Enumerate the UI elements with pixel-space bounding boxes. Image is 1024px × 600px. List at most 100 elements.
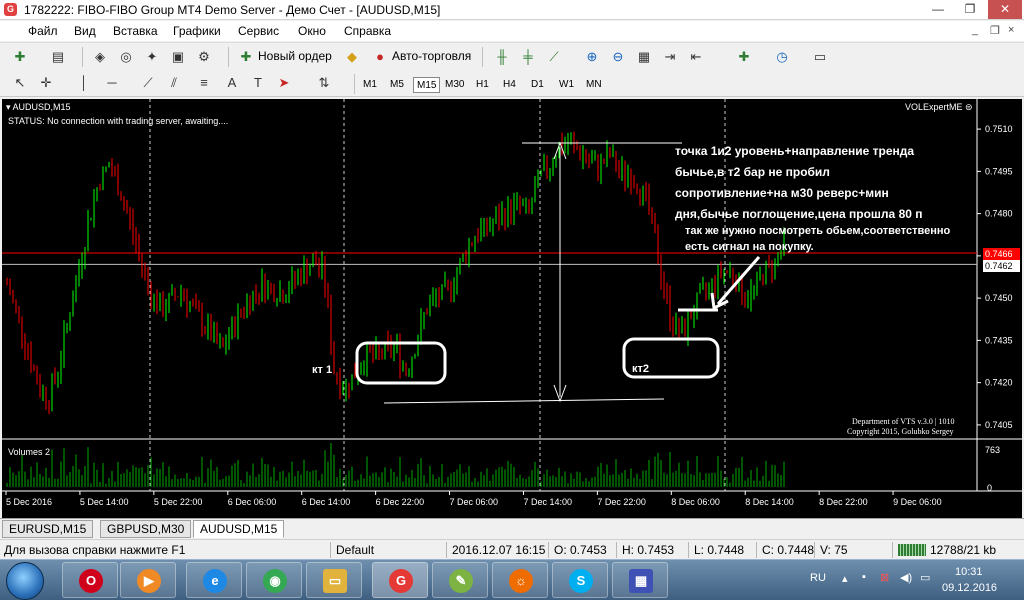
equidistant-channel-icon[interactable]: ⫽ bbox=[164, 73, 184, 93]
candlestick-chart-icon[interactable]: ╪ bbox=[518, 47, 538, 67]
text-label-icon[interactable]: T bbox=[248, 73, 268, 93]
menu-charts[interactable]: Графики bbox=[173, 24, 221, 38]
timeframe-m1-button[interactable]: M1 bbox=[360, 77, 380, 93]
market-watch-icon[interactable]: ◈ bbox=[90, 47, 110, 67]
timeframe-m30-button[interactable]: M30 bbox=[442, 77, 467, 93]
minimize-button[interactable]: — bbox=[924, 0, 952, 19]
fibonacci-icon[interactable]: ≡ bbox=[194, 73, 214, 93]
main-toolbar: ✚ ▤ ◈ ◎ ✦ ▣ ⚙ ✚ Новый ордер ◆ ● Авто-тор… bbox=[0, 42, 1024, 70]
start-button[interactable] bbox=[6, 562, 44, 600]
strategy-tester-icon[interactable]: ⚙ bbox=[194, 47, 214, 67]
menu-help[interactable]: Справка bbox=[344, 24, 391, 38]
mdi-close-button[interactable]: × bbox=[1008, 24, 1014, 36]
timeframe-mn-button[interactable]: MN bbox=[583, 77, 605, 93]
timeframe-h1-button[interactable]: H1 bbox=[473, 77, 492, 93]
text-tool-icon[interactable]: A bbox=[222, 73, 242, 93]
opera-icon: O bbox=[79, 569, 103, 593]
menu-tools[interactable]: Сервис bbox=[238, 24, 279, 38]
timeframe-m15-button[interactable]: M15 bbox=[413, 77, 441, 93]
bar-high: H: 0.7453 bbox=[622, 543, 675, 557]
clock-time[interactable]: 10:31 bbox=[955, 566, 983, 578]
line-chart-icon[interactable]: ⟋ bbox=[544, 47, 564, 67]
restore-button[interactable]: ❐ bbox=[956, 0, 984, 19]
taskbar-file-explorer[interactable]: ▭ bbox=[306, 562, 362, 598]
chart-window[interactable]: 0.75100.74950.74800.74650.74500.74350.74… bbox=[2, 99, 1022, 518]
autoscroll-icon[interactable]: ⇥ bbox=[660, 47, 680, 67]
display-icon[interactable]: ▭ bbox=[920, 571, 930, 584]
menu-file[interactable]: Файл bbox=[28, 24, 58, 38]
taskbar-opera[interactable]: O bbox=[62, 562, 118, 598]
chart-shift-icon[interactable]: ⇤ bbox=[686, 47, 706, 67]
x-tick-label-7: 7 Dec 14:00 bbox=[523, 497, 572, 507]
x-tick-label-12: 9 Dec 06:00 bbox=[893, 497, 942, 507]
new-order-button[interactable]: Новый ордер bbox=[258, 49, 332, 63]
tab-audusd-m15[interactable]: AUDUSD,M15 bbox=[193, 520, 285, 538]
periods-icon[interactable]: ◷ bbox=[772, 47, 792, 67]
taskbar-fibo-group[interactable]: G bbox=[372, 562, 428, 598]
x-tick-label-4: 6 Dec 14:00 bbox=[302, 497, 351, 507]
volumes-label: Volumes 2 bbox=[8, 447, 51, 457]
auto-trading-icon[interactable]: ● bbox=[370, 47, 390, 67]
language-indicator[interactable]: RU bbox=[810, 572, 826, 584]
taskbar-metatrader[interactable]: ▦ bbox=[612, 562, 668, 598]
templates-icon[interactable]: ▭ bbox=[810, 47, 830, 67]
y-tick-label-1: 0.7495 bbox=[985, 166, 1013, 176]
navigator-icon[interactable]: ✦ bbox=[142, 47, 162, 67]
volume-min-label: 0 bbox=[987, 483, 993, 493]
timeframe-d1-button[interactable]: D1 bbox=[528, 77, 547, 93]
speaker-icon[interactable]: ◀) bbox=[900, 571, 912, 584]
mdi-restore-button[interactable]: ❐ bbox=[990, 24, 1000, 37]
x-tick-label-11: 8 Dec 22:00 bbox=[819, 497, 868, 507]
menu-window[interactable]: Окно bbox=[298, 24, 326, 38]
metatrader-icon: ▦ bbox=[629, 569, 653, 593]
taskbar-chrome[interactable]: ◉ bbox=[246, 562, 302, 598]
tab-eurusd-m15[interactable]: EURUSD,M15 bbox=[2, 520, 94, 538]
data-window-icon[interactable]: ◎ bbox=[116, 47, 136, 67]
auto-trading-button[interactable]: Авто-торговля bbox=[392, 49, 471, 63]
x-tick-label-0: 5 Dec 2016 bbox=[6, 497, 52, 507]
crosshair-icon[interactable]: ✛ bbox=[36, 73, 56, 93]
zoom-in-icon[interactable]: ⊕ bbox=[582, 47, 602, 67]
vertical-line-icon[interactable]: │ bbox=[74, 73, 94, 93]
tile-windows-icon[interactable]: ▦ bbox=[634, 47, 654, 67]
taskbar-firefox[interactable]: ☼ bbox=[492, 562, 548, 598]
timeframe-w1-button[interactable]: W1 bbox=[556, 77, 577, 93]
taskbar-skype[interactable]: S bbox=[552, 562, 608, 598]
indicators-icon[interactable]: ✚ bbox=[734, 47, 754, 67]
sort-icon[interactable]: ⇅ bbox=[314, 73, 334, 93]
bar-open: O: 0.7453 bbox=[554, 543, 607, 557]
profile-name: Default bbox=[336, 543, 375, 557]
chrome-icon: ◉ bbox=[263, 569, 287, 593]
bar-volume: V: 75 bbox=[820, 543, 848, 557]
trendline-icon[interactable]: ⟋ bbox=[138, 73, 158, 93]
point1-label: кт 1 bbox=[312, 364, 333, 376]
x-tick-label-2: 5 Dec 22:00 bbox=[154, 497, 203, 507]
cursor-icon[interactable]: ↖ bbox=[10, 73, 30, 93]
y-tick-label-6: 0.7420 bbox=[985, 378, 1013, 388]
bar-chart-icon[interactable]: ╫ bbox=[492, 47, 512, 67]
new-chart-icon[interactable]: ✚ bbox=[10, 47, 30, 67]
timeframe-h4-button[interactable]: H4 bbox=[500, 77, 519, 93]
taskbar-internet-explorer[interactable]: e bbox=[186, 562, 242, 598]
clock-date[interactable]: 09.12.2016 bbox=[942, 582, 997, 594]
mdi-minimize-button[interactable]: _ bbox=[972, 24, 978, 36]
menu-view[interactable]: Вид bbox=[74, 24, 96, 38]
chart-symbol-label: ▾ AUDUSD,M15 bbox=[6, 102, 71, 112]
meta-editor-icon[interactable]: ◆ bbox=[342, 47, 362, 67]
terminal-icon[interactable]: ▣ bbox=[168, 47, 188, 67]
arrow-icon[interactable]: ➤ bbox=[274, 73, 294, 93]
status-text: STATUS: No connection with trading serve… bbox=[8, 116, 229, 126]
tray-expand-icon[interactable]: ▴ bbox=[842, 572, 848, 585]
zoom-out-icon[interactable]: ⊖ bbox=[608, 47, 628, 67]
new-order-icon[interactable]: ✚ bbox=[236, 47, 256, 67]
taskbar-paint[interactable]: ✎ bbox=[432, 562, 488, 598]
timeframe-m5-button[interactable]: M5 bbox=[387, 77, 407, 93]
network-error-icon[interactable]: ⊠ bbox=[880, 571, 889, 584]
tab-gbpusd-m30[interactable]: GBPUSD,M30 bbox=[100, 520, 192, 538]
taskbar-media-player[interactable]: ▶ bbox=[120, 562, 176, 598]
tray-app-icon[interactable]: ▪ bbox=[862, 571, 866, 583]
close-button[interactable]: ✕ bbox=[988, 0, 1022, 19]
profiles-icon[interactable]: ▤ bbox=[48, 47, 68, 67]
horizontal-line-icon[interactable]: ─ bbox=[102, 73, 122, 93]
menu-insert[interactable]: Вставка bbox=[113, 24, 158, 38]
